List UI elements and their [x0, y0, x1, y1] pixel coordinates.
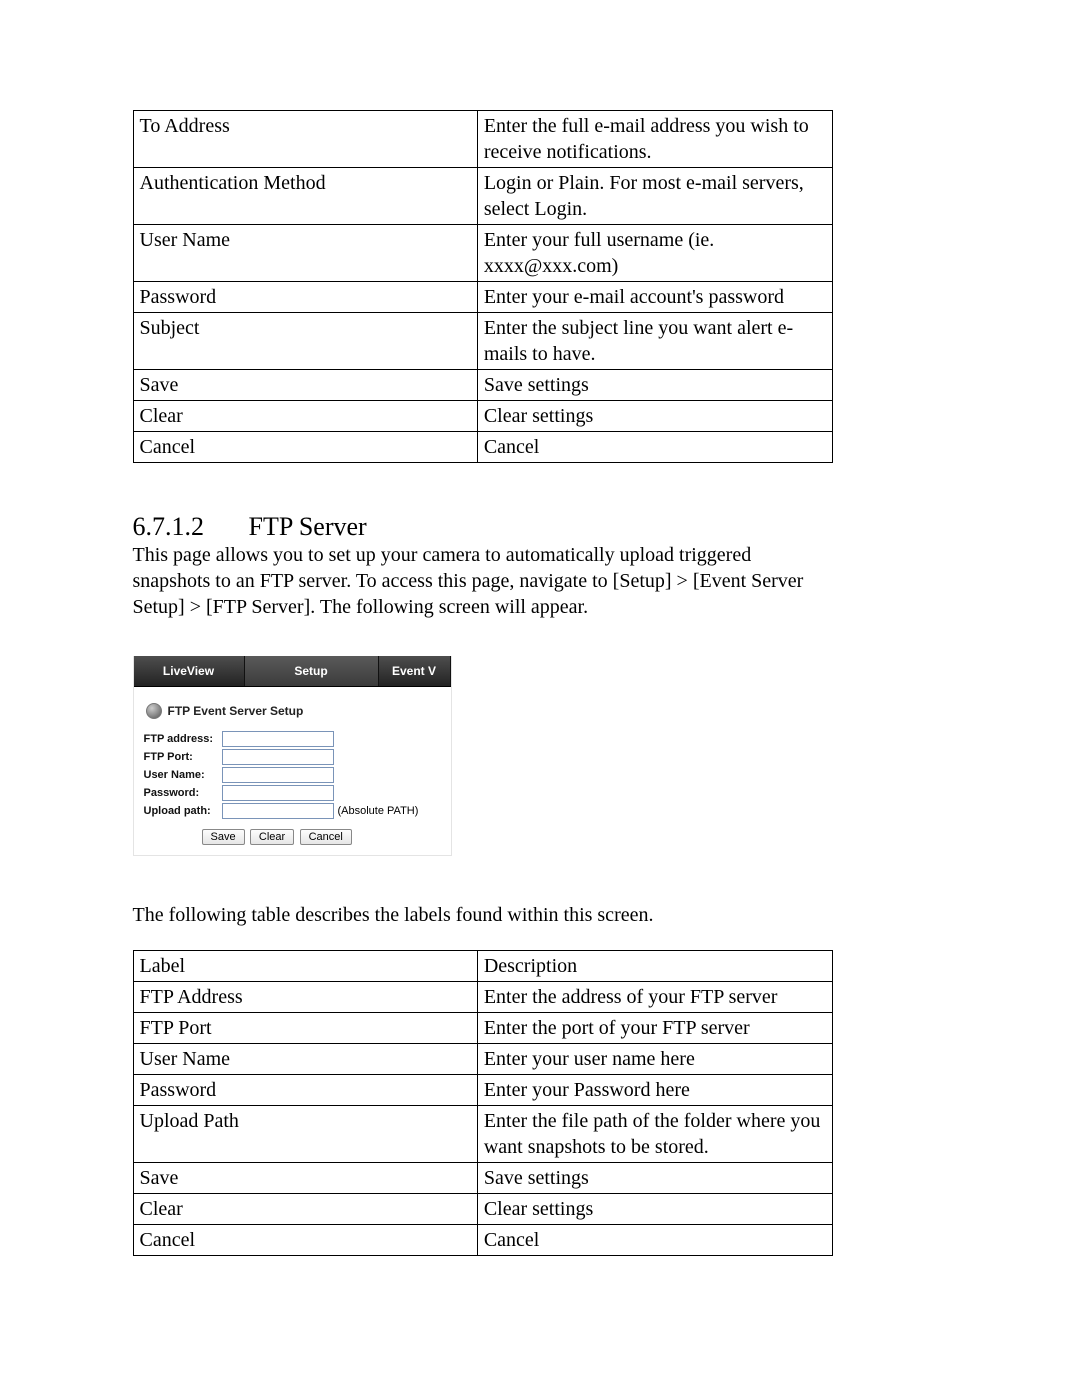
table-row: User Name Enter your user name here	[133, 1044, 832, 1075]
cell-desc: Enter your Password here	[477, 1075, 832, 1106]
orb-icon	[146, 703, 162, 719]
tab-setup[interactable]: Setup	[245, 656, 379, 686]
table-row: Upload Path Enter the file path of the f…	[133, 1106, 832, 1163]
ftp-labels-table: Label Description FTP Address Enter the …	[133, 950, 833, 1256]
table-row: Save Save settings	[133, 1163, 832, 1194]
input-upload-path[interactable]	[222, 803, 334, 819]
cell-desc: Cancel	[477, 1225, 832, 1256]
cell-desc: Enter your user name here	[477, 1044, 832, 1075]
table-header-row: Label Description	[133, 951, 832, 982]
ftp-setup-screenshot: LiveView Setup Event V FTP Event Server …	[133, 656, 452, 856]
label-user-name: User Name:	[144, 769, 222, 781]
cell-label: FTP Address	[133, 982, 477, 1013]
email-settings-table: To Address Enter the full e-mail address…	[133, 110, 833, 463]
upload-path-hint: (Absolute PATH)	[338, 805, 419, 817]
header-label: Label	[133, 951, 477, 982]
cell-label: Save	[133, 1163, 477, 1194]
cell-label: User Name	[133, 1044, 477, 1075]
cell-desc: Enter the file path of the folder where …	[477, 1106, 832, 1163]
label-upload-path: Upload path:	[144, 805, 222, 817]
clear-button[interactable]: Clear	[250, 829, 294, 845]
header-desc: Description	[477, 951, 832, 982]
panel-title: FTP Event Server Setup	[168, 704, 304, 718]
input-password[interactable]	[222, 785, 334, 801]
cell-desc: Enter the port of your FTP server	[477, 1013, 832, 1044]
cell-desc: Clear settings	[477, 401, 832, 432]
panel-title-row: FTP Event Server Setup	[146, 703, 441, 719]
table-intro: The following table describes the labels…	[133, 902, 833, 928]
label-ftp-address: FTP address:	[144, 733, 222, 745]
cell-label: Upload Path	[133, 1106, 477, 1163]
cell-label: Authentication Method	[133, 168, 477, 225]
ui-tabs: LiveView Setup Event V	[134, 656, 451, 687]
cell-desc: Enter the full e-mail address you wish t…	[477, 111, 832, 168]
table-row: Cancel Cancel	[133, 432, 832, 463]
label-ftp-port: FTP Port:	[144, 751, 222, 763]
cell-desc: Login or Plain. For most e-mail servers,…	[477, 168, 832, 225]
table-row: To Address Enter the full e-mail address…	[133, 111, 832, 168]
cell-desc: Cancel	[477, 432, 832, 463]
table-row: Clear Clear settings	[133, 1194, 832, 1225]
input-ftp-address[interactable]	[222, 731, 334, 747]
table-row: Password Enter your Password here	[133, 1075, 832, 1106]
cell-label: FTP Port	[133, 1013, 477, 1044]
table-row: Save Save settings	[133, 370, 832, 401]
cell-label: Save	[133, 370, 477, 401]
cell-label: To Address	[133, 111, 477, 168]
input-user-name[interactable]	[222, 767, 334, 783]
table-row: FTP Address Enter the address of your FT…	[133, 982, 832, 1013]
table-row: Clear Clear settings	[133, 401, 832, 432]
cell-label: Clear	[133, 1194, 477, 1225]
cell-label: Password	[133, 282, 477, 313]
table-row: Subject Enter the subject line you want …	[133, 313, 832, 370]
cell-desc: Enter your e-mail account's password	[477, 282, 832, 313]
section-heading: 6.7.1.2 FTP Server	[133, 511, 948, 542]
cell-desc: Enter your full username (ie. xxxx@xxx.c…	[477, 225, 832, 282]
cell-label: Password	[133, 1075, 477, 1106]
label-password: Password:	[144, 787, 222, 799]
table-row: Authentication Method Login or Plain. Fo…	[133, 168, 832, 225]
tab-liveview[interactable]: LiveView	[134, 656, 245, 686]
input-ftp-port[interactable]	[222, 749, 334, 765]
cell-desc: Enter the subject line you want alert e-…	[477, 313, 832, 370]
cell-desc: Save settings	[477, 1163, 832, 1194]
save-button[interactable]: Save	[202, 829, 245, 845]
cell-desc: Clear settings	[477, 1194, 832, 1225]
cell-desc: Enter the address of your FTP server	[477, 982, 832, 1013]
table-row: Cancel Cancel	[133, 1225, 832, 1256]
cell-label: Cancel	[133, 1225, 477, 1256]
cell-label: User Name	[133, 225, 477, 282]
cell-label: Cancel	[133, 432, 477, 463]
cell-label: Clear	[133, 401, 477, 432]
table-row: Password Enter your e-mail account's pas…	[133, 282, 832, 313]
cell-desc: Save settings	[477, 370, 832, 401]
section-title: FTP Server	[249, 511, 367, 542]
cancel-button[interactable]: Cancel	[300, 829, 352, 845]
section-number: 6.7.1.2	[133, 511, 205, 542]
tab-event-viewer[interactable]: Event V	[379, 656, 451, 686]
section-intro: This page allows you to set up your came…	[133, 542, 833, 620]
table-row: User Name Enter your full username (ie. …	[133, 225, 832, 282]
table-row: FTP Port Enter the port of your FTP serv…	[133, 1013, 832, 1044]
cell-label: Subject	[133, 313, 477, 370]
